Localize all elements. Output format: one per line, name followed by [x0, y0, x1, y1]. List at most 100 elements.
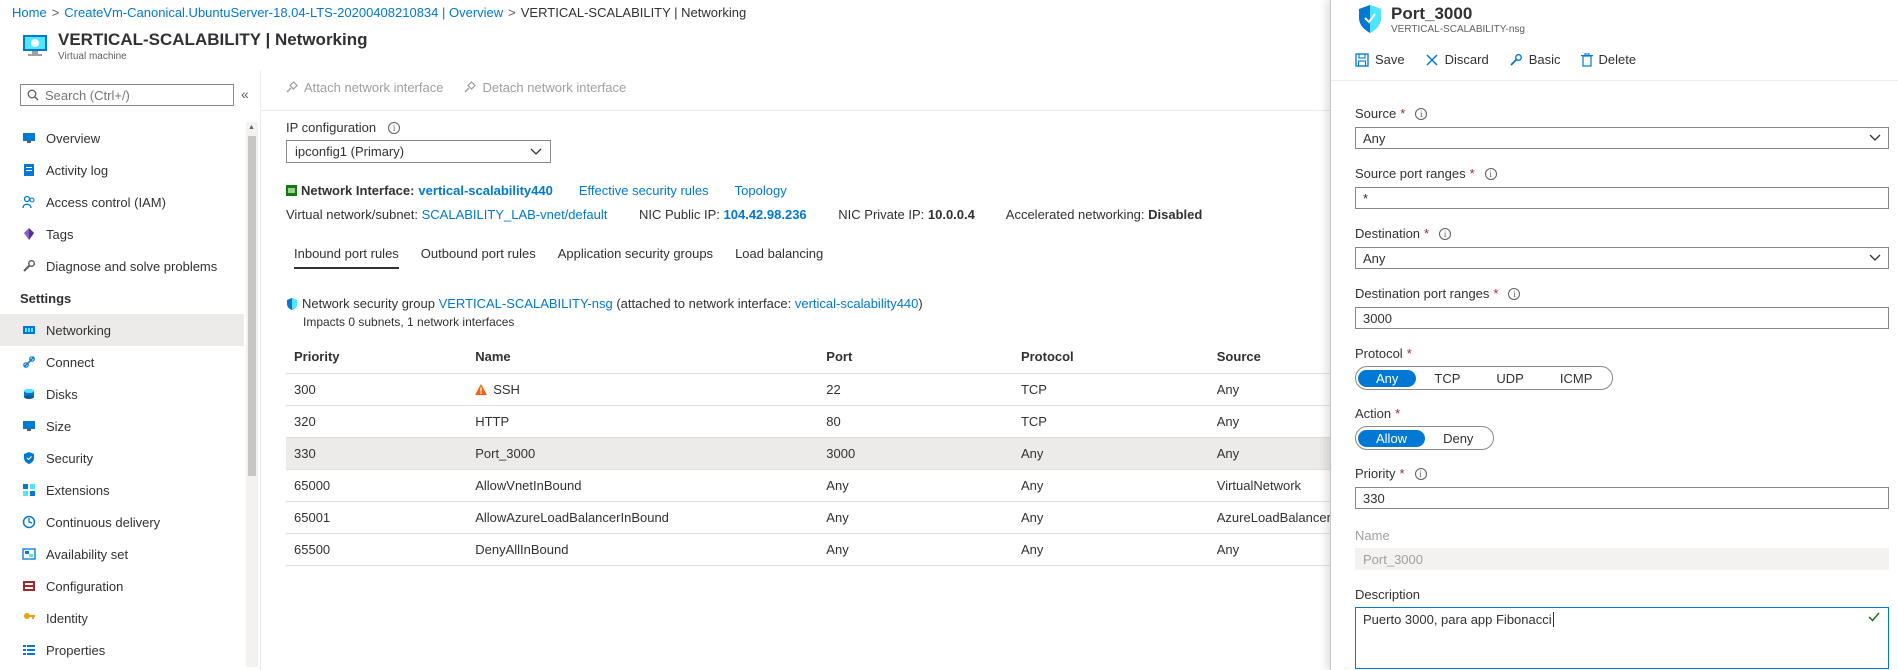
breadcrumb-separator: > [508, 5, 516, 20]
info-icon[interactable]: i [1415, 107, 1428, 120]
column-header-protocol[interactable]: Protocol [1012, 341, 1209, 374]
delete-button[interactable]: Delete [1580, 52, 1636, 67]
column-header-source[interactable]: Source [1208, 341, 1331, 374]
action-label-text: Action [1355, 406, 1392, 421]
destination-dropdown[interactable]: Any [1355, 247, 1889, 269]
search-icon [27, 89, 39, 101]
tab-outbound-port-rules[interactable]: Outbound port rules [421, 246, 536, 269]
table-row-selected[interactable]: 330 Port_3000 3000 Any Any [286, 437, 1331, 470]
basic-button[interactable]: Basic [1509, 52, 1561, 67]
priority-input[interactable]: 330 [1355, 487, 1889, 509]
network-interface-link[interactable]: vertical-scalability440 [418, 183, 552, 198]
description-textarea[interactable]: Puerto 3000, para app Fibonacci [1355, 607, 1889, 669]
column-header-port[interactable]: Port [818, 341, 1013, 374]
detach-network-interface-button[interactable]: Detach network interface [463, 80, 626, 95]
tab-inbound-port-rules[interactable]: Inbound port rules [294, 246, 399, 269]
ip-configuration-dropdown[interactable]: ipconfig1 (Primary) [286, 140, 551, 163]
attach-network-interface-button[interactable]: Attach network interface [285, 80, 443, 95]
menu-item-size[interactable]: Size [0, 410, 244, 442]
menu-item-connect[interactable]: Connect [0, 346, 244, 378]
protocol-option-icmp[interactable]: ICMP [1542, 370, 1611, 387]
delivery-icon [20, 513, 38, 531]
collapse-menu-icon[interactable]: « [241, 86, 249, 102]
source-port-ranges-label: Source port ranges * i [1355, 166, 1497, 181]
vnet-label: Virtual network/subnet: [286, 207, 418, 222]
table-row[interactable]: 320 HTTP 80 TCP Any [286, 405, 1331, 438]
menu-item-activity-log[interactable]: Activity log [0, 154, 244, 186]
protocol-option-udp[interactable]: UDP [1478, 370, 1541, 387]
topology-link[interactable]: Topology [735, 183, 787, 198]
public-ip-link[interactable]: 104.42.98.236 [724, 207, 807, 222]
menu-item-properties[interactable]: Properties [0, 634, 244, 666]
nsg-link[interactable]: VERTICAL-SCALABILITY-nsg [439, 296, 613, 311]
log-icon [20, 161, 38, 179]
menu-search-input[interactable] [45, 87, 225, 103]
table-row[interactable]: 300 SSH 22 TCP Any [286, 373, 1331, 406]
effective-security-rules-link[interactable]: Effective security rules [579, 183, 709, 198]
table-row[interactable]: 65001 AllowAzureLoadBalancerInBound Any … [286, 501, 1331, 534]
vnet-link[interactable]: SCALABILITY_LAB-vnet/default [422, 207, 608, 222]
identity-icon [20, 609, 38, 627]
discard-button[interactable]: Discard [1425, 52, 1489, 67]
destination-label: Destination * i [1355, 226, 1452, 241]
menu-item-availability-set[interactable]: Availability set [0, 538, 244, 570]
cell-source: Any [1208, 533, 1331, 566]
menu-item-identity[interactable]: Identity [0, 602, 244, 634]
nsg-nic-link[interactable]: vertical-scalability440 [795, 296, 919, 311]
cell-priority: 320 [286, 405, 468, 438]
resource-menu: « Overview Activity log Access control (… [0, 70, 258, 670]
menu-item-access-control[interactable]: Access control (IAM) [0, 186, 244, 218]
config-icon [20, 577, 38, 595]
info-icon[interactable]: i [1484, 167, 1497, 180]
menu-search-box[interactable] [20, 84, 234, 106]
save-button[interactable]: Save [1355, 52, 1405, 67]
toolbar-divider [261, 110, 1331, 111]
edit-rule-blade: Port_3000 VERTICAL-SCALABILITY-nsg Save … [1330, 0, 1898, 670]
menu-item-disks[interactable]: Disks [0, 378, 244, 410]
column-header-priority[interactable]: Priority [286, 341, 468, 374]
source-value: Any [1363, 130, 1386, 146]
trash-icon [1580, 52, 1593, 67]
action-option-deny[interactable]: Deny [1425, 430, 1491, 447]
info-icon[interactable]: i [1414, 467, 1427, 480]
protocol-option-any[interactable]: Any [1358, 369, 1417, 387]
cell-name: SSH [467, 373, 819, 406]
table-row[interactable]: 65000 AllowVnetInBound Any Any VirtualNe… [286, 469, 1331, 502]
size-icon [20, 417, 38, 435]
menu-item-overview[interactable]: Overview [0, 122, 244, 154]
destination-port-ranges-label-text: Destination port ranges [1355, 286, 1490, 301]
menu-item-diagnose[interactable]: Diagnose and solve problems [0, 250, 244, 282]
cell-protocol: Any [1012, 533, 1209, 566]
tab-load-balancing[interactable]: Load balancing [735, 246, 823, 269]
nsg-suffix: ) [918, 296, 923, 311]
menu-item-continuous-delivery[interactable]: Continuous delivery [0, 506, 244, 538]
action-option-allow[interactable]: Allow [1358, 429, 1426, 447]
breadcrumb-parent-link[interactable]: CreateVm-Canonical.UbuntuServer-18.04-LT… [64, 5, 503, 20]
protocol-option-tcp[interactable]: TCP [1416, 370, 1478, 387]
info-icon[interactable]: i [1439, 227, 1452, 240]
source-label-text: Source [1355, 106, 1397, 121]
column-header-name[interactable]: Name [467, 341, 819, 374]
page-subtitle: Virtual machine [58, 51, 127, 62]
menu-item-networking[interactable]: Networking [0, 314, 244, 346]
menu-item-extensions[interactable]: Extensions [0, 474, 244, 506]
menu-item-configuration[interactable]: Configuration [0, 570, 244, 602]
info-icon[interactable]: i [388, 121, 401, 134]
connect-icon [20, 353, 38, 371]
menu-item-label: Diagnose and solve problems [46, 258, 218, 274]
cell-port: Any [818, 469, 1013, 502]
menu-item-tags[interactable]: Tags [0, 218, 244, 250]
destination-port-ranges-input[interactable]: 3000 [1355, 307, 1889, 329]
info-icon[interactable]: i [1508, 287, 1521, 300]
menu-item-security[interactable]: Security [0, 442, 244, 474]
menu-scrollbar[interactable]: ▲ [246, 122, 258, 667]
table-row[interactable]: 65500 DenyAllInBound Any Any Any [286, 533, 1331, 566]
cell-source: AzureLoadBalancer [1208, 501, 1331, 534]
breadcrumb-home-link[interactable]: Home [12, 5, 47, 20]
tab-application-security-groups[interactable]: Application security groups [558, 246, 713, 269]
source-dropdown[interactable]: Any [1355, 127, 1889, 149]
scroll-up-icon[interactable]: ▲ [248, 124, 255, 131]
scrollbar-thumb[interactable] [248, 136, 256, 476]
cell-port: Any [818, 533, 1013, 566]
source-port-ranges-input[interactable]: * [1355, 187, 1889, 209]
